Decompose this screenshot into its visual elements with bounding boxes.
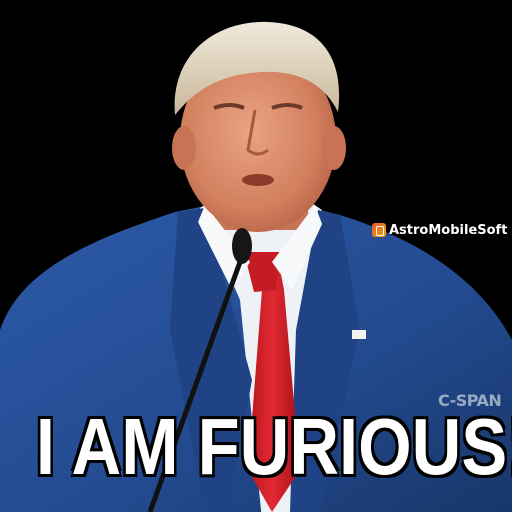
app-logo-icon — [372, 223, 386, 237]
left-ear — [172, 126, 196, 170]
lapel-pin — [352, 330, 366, 339]
meme-caption: I AM FURIOUS!! — [35, 401, 512, 493]
mouth — [242, 174, 274, 186]
watermark-text: AstroMobileSoft — [389, 222, 508, 238]
watermark: AstroMobileSoft — [372, 220, 507, 240]
meme-image: AstroMobileSoft C-SPAN I AM FURIOUS!! — [0, 0, 512, 512]
microphone — [232, 228, 252, 264]
right-ear — [322, 126, 346, 170]
